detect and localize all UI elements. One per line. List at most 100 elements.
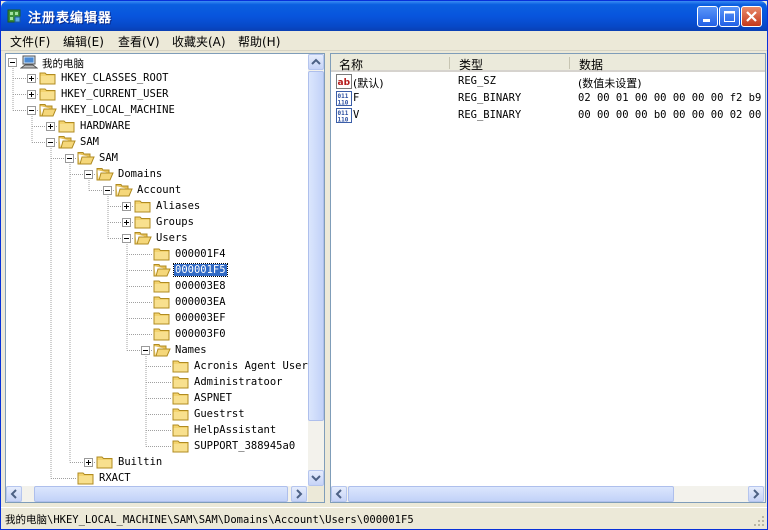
column-header-data[interactable]: 数据 [579,56,603,73]
expand-icon[interactable] [27,90,36,99]
tree-horizontal-scrollbar[interactable] [6,486,308,502]
value-name: F [353,92,360,104]
tree-node[interactable]: HKEY_CLASSES_ROOT [6,70,306,86]
tree-node[interactable]: SUPPORT_388945a0 [6,438,306,454]
tree-scroll-up-button[interactable] [308,54,324,70]
value-type: REG_BINARY [458,92,522,104]
collapse-icon[interactable] [27,106,36,115]
folder-icon [134,215,152,229]
tree-node[interactable]: Groups [6,214,306,230]
tree-node[interactable]: Aliases [6,198,306,214]
menu-edit[interactable]: 编辑(E) [63,33,104,50]
tree-node[interactable]: Account [6,182,306,198]
registry-editor-window: 注册表编辑器 文件(F) 编辑(E) 查看(V) 收藏夹(A) 帮助(H) 我的… [0,0,768,530]
tree-node[interactable]: SAM [6,150,306,166]
tree-node[interactable]: HARDWARE [6,118,306,134]
collapse-icon[interactable] [141,346,150,355]
tree-node[interactable]: 000003F0 [6,326,306,342]
collapse-icon[interactable] [122,234,131,243]
list-horizontal-scrollbar[interactable] [331,486,765,502]
tree-node[interactable]: SAM [6,134,306,150]
expand-icon[interactable] [46,122,55,131]
regedit-icon [7,9,21,23]
tree-node[interactable]: Administratoor [6,374,306,390]
expand-icon[interactable] [84,458,93,467]
list-scroll-right-button[interactable] [748,486,764,502]
value-name: V [353,109,360,121]
tree-node-label: Administratoor [194,376,283,388]
tree-node[interactable]: 000003EF [6,310,306,326]
tree-scroll-down-button[interactable] [308,470,324,486]
tree-node[interactable]: Guestrst [6,406,306,422]
tree-node-label: Domains [118,168,163,180]
tree-node[interactable]: ASPNET [6,390,306,406]
folder-icon [172,407,190,421]
list-scroll-left-button[interactable] [331,486,347,502]
tree-node-label: Users [156,232,188,244]
tree-node[interactable]: 000001F5 [6,262,306,278]
menu-view[interactable]: 查看(V) [118,33,160,50]
column-divider[interactable] [569,57,570,69]
folder-icon [134,199,152,213]
title-bar[interactable]: 注册表编辑器 [1,1,767,31]
tree-node[interactable]: HKEY_CURRENT_USER [6,86,306,102]
value-row[interactable]: 011 110 V REG_BINARY 00 00 00 00 b0 00 0… [331,107,765,124]
resize-grip-icon[interactable] [753,515,765,527]
close-button[interactable] [741,6,762,27]
menu-help[interactable]: 帮助(H) [238,33,280,50]
tree-node[interactable]: 000003EA [6,294,306,310]
column-header-type[interactable]: 类型 [459,56,483,73]
tree-scroll-thumb[interactable] [308,71,324,421]
maximize-button[interactable] [719,6,740,27]
menu-file[interactable]: 文件(F) [10,33,50,50]
tree-node[interactable]: HKEY_LOCAL_MACHINE [6,102,306,118]
folder-open-icon [96,167,114,181]
value-row[interactable]: 011 110 F REG_BINARY 02 00 01 00 00 00 0… [331,90,766,107]
tree-node[interactable]: Acronis Agent User [6,358,308,374]
arrow-up-icon [311,58,321,65]
expand-icon[interactable] [122,202,131,211]
arrow-left-icon [10,489,17,499]
collapse-icon[interactable] [103,186,112,195]
tree-node-label: 000003EA [175,296,226,308]
folder-icon [58,119,76,133]
collapse-icon[interactable] [8,58,17,67]
expand-icon[interactable] [122,218,131,227]
folder-open-icon [39,103,57,117]
minimize-button[interactable] [697,6,718,27]
tree-node[interactable]: Builtin [6,454,306,470]
tree-node[interactable]: RXACT [6,470,306,486]
tree-node-label: ASPNET [194,392,232,404]
tree-node[interactable]: Domains [6,166,306,182]
svg-text:110: 110 [338,100,349,107]
tree-scroll-right-button[interactable] [291,486,307,502]
tree-node[interactable]: Users [6,230,306,246]
tree-node-label: Names [175,344,207,356]
value-data: (数值未设置) [578,77,642,90]
menu-favorites[interactable]: 收藏夹(A) [172,33,226,50]
collapse-icon[interactable] [46,138,55,147]
tree-node[interactable]: 000001F4 [6,246,306,262]
tree-scroll-left-button[interactable] [6,486,22,502]
tree-node-label: Aliases [156,200,201,212]
tree-node[interactable]: 000003E8 [6,278,306,294]
folder-icon [39,87,57,101]
value-row[interactable]: ab (默认) REG_SZ (数值未设置) [331,73,765,90]
tree-vertical-scrollbar[interactable] [308,54,324,486]
tree-hscroll-thumb[interactable] [34,486,288,502]
folder-icon [39,71,57,85]
list-hscroll-thumb[interactable] [348,486,674,502]
value-data: 02 00 01 00 00 00 00 00 f2 b9 b [578,92,766,104]
column-header-name[interactable]: 名称 [339,56,363,73]
column-divider[interactable] [449,57,450,69]
key-tree-pane[interactable]: 我的电脑 HKEY_CLASSES_ROOT HKEY_CURRENT_USER HK… [5,53,325,503]
expand-icon[interactable] [27,74,36,83]
value-list-pane[interactable]: 名称 类型 数据 ab (默认) REG_SZ (数值未设置) 011 110 … [330,53,766,503]
folder-open-icon [77,151,95,165]
collapse-icon[interactable] [65,154,74,163]
tree-node[interactable]: 我的电脑 [6,54,306,70]
folder-open-icon [134,231,152,245]
collapse-icon[interactable] [84,170,93,179]
tree-node[interactable]: HelpAssistant [6,422,306,438]
tree-node[interactable]: Names [6,342,306,358]
